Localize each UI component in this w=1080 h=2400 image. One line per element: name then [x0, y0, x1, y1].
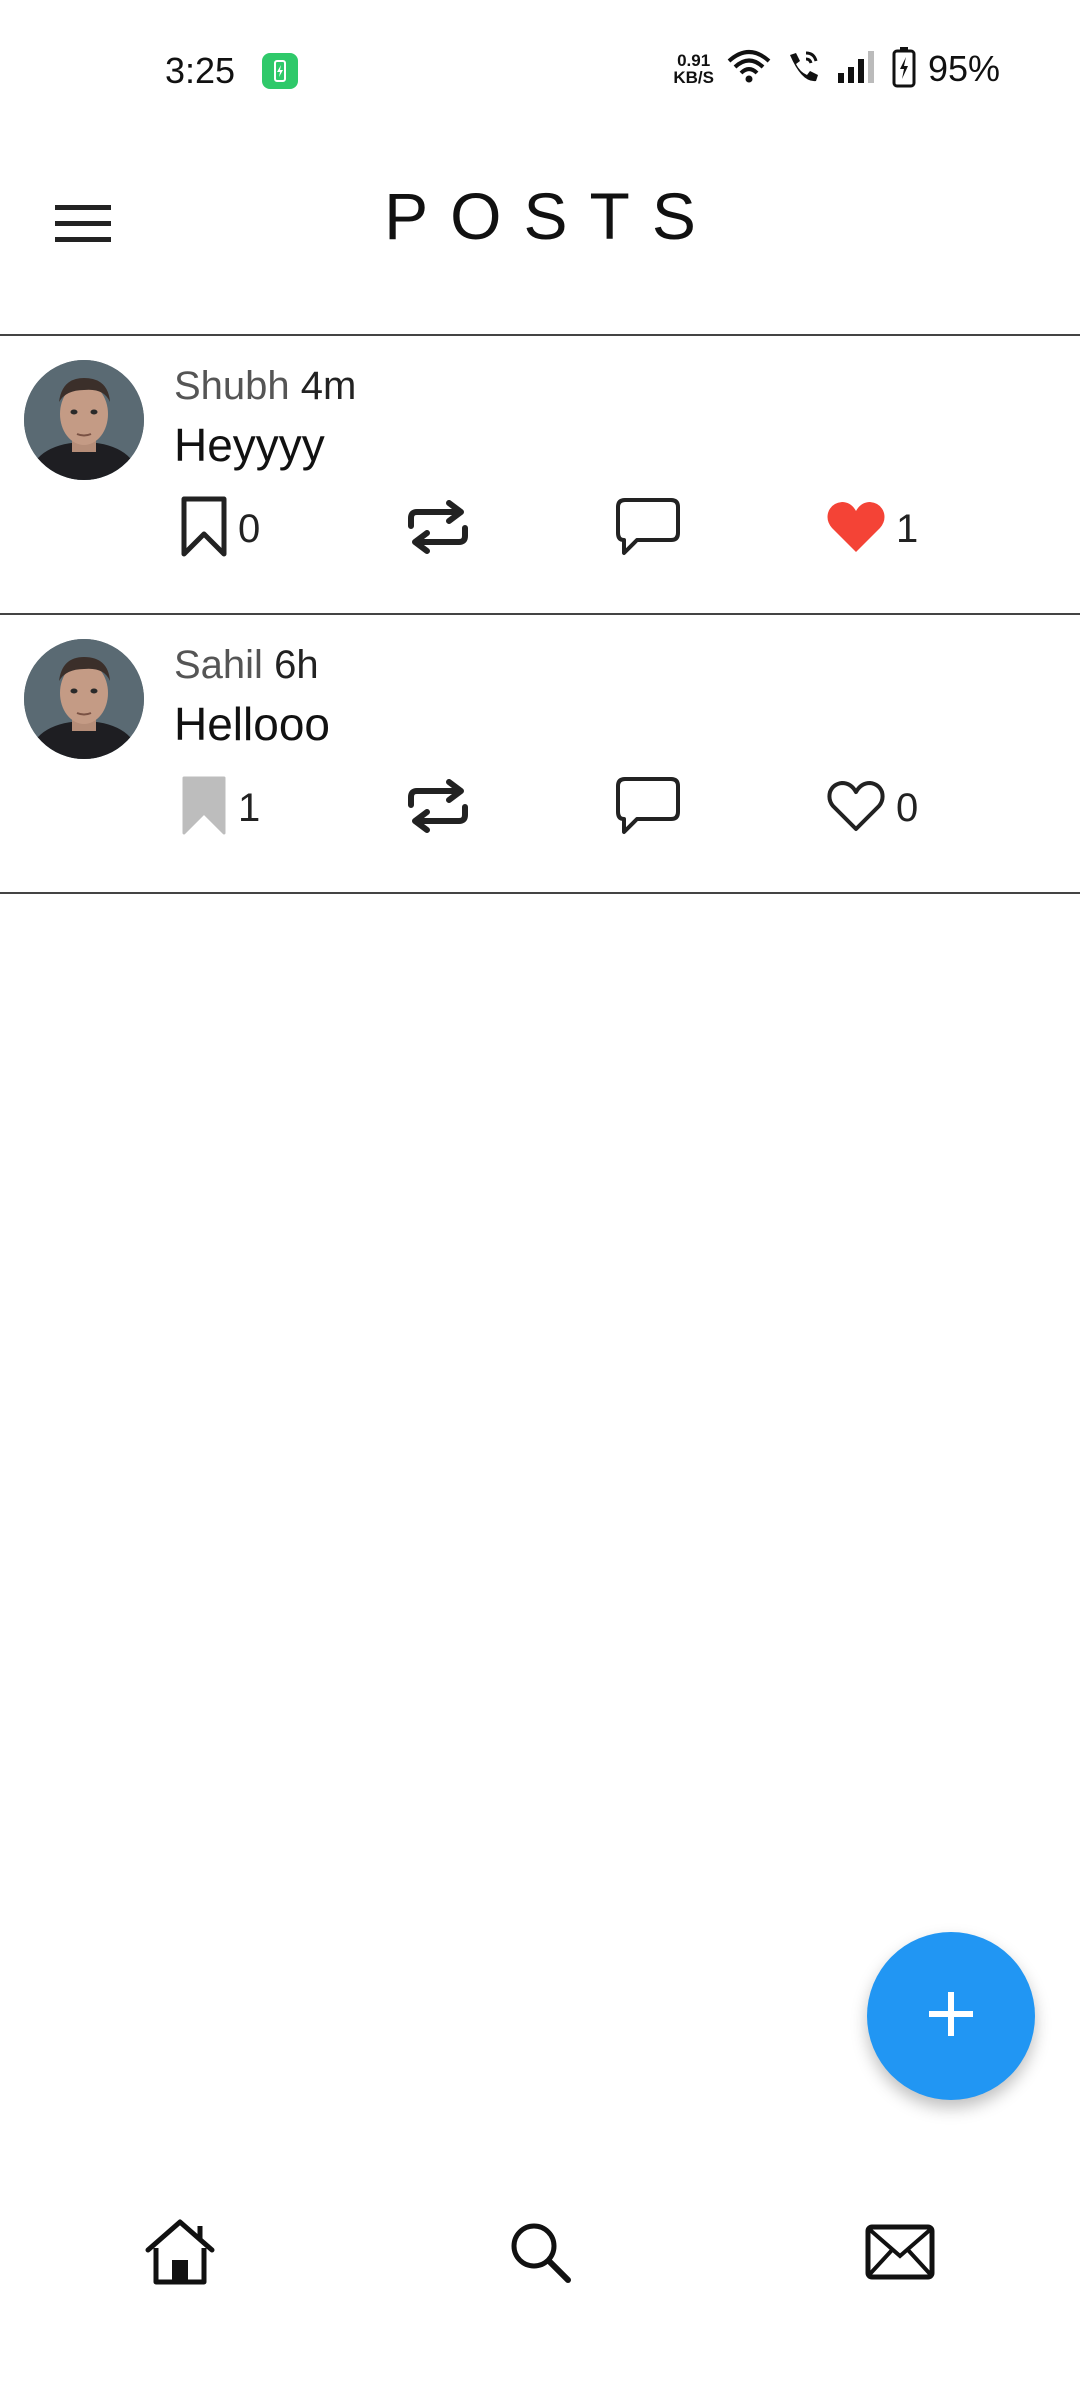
- bookmark-count: 1: [238, 785, 261, 830]
- like-count: 1: [896, 506, 919, 551]
- plus-icon: [927, 1990, 975, 2043]
- page-title: POSTS: [384, 179, 718, 253]
- nav-messages[interactable]: [860, 2214, 940, 2294]
- heart-outline-icon: [826, 779, 886, 838]
- signal-icon: [836, 49, 880, 90]
- bookmark-button[interactable]: 1: [180, 773, 260, 843]
- network-speed-value: 0.91: [677, 51, 711, 70]
- bookmark-button[interactable]: 0: [180, 494, 260, 564]
- repost-icon: [405, 499, 471, 559]
- post-meta: Shubh 4m: [174, 364, 356, 409]
- home-icon: [142, 2218, 218, 2291]
- network-speed: 0.91 KB/S: [673, 52, 714, 86]
- network-speed-unit: KB/S: [673, 68, 714, 87]
- wifi-call-icon: [784, 47, 824, 92]
- repost-button[interactable]: [405, 773, 471, 843]
- new-post-button[interactable]: [867, 1932, 1035, 2100]
- post-meta: Sahil 6h: [174, 643, 319, 688]
- like-button[interactable]: 1: [826, 494, 918, 564]
- post-item[interactable]: Sahil 6h Hellooo 1 0: [0, 615, 1080, 894]
- battery-icon: [892, 46, 916, 93]
- bookmark-icon: [180, 496, 228, 563]
- bookmark-count: 0: [238, 506, 261, 551]
- post-text: Hellooo: [174, 698, 330, 750]
- heart-icon: [826, 500, 886, 559]
- screen: 3:25 0.91 KB/S 95% POSTS Shubh 4m Heyyyy…: [0, 0, 1080, 2400]
- avatar[interactable]: [24, 639, 144, 759]
- wifi-icon: [726, 47, 772, 92]
- bottom-nav: [0, 2190, 1080, 2310]
- nav-home[interactable]: [140, 2214, 220, 2294]
- post-author[interactable]: Shubh: [174, 364, 290, 408]
- like-count: 0: [896, 785, 919, 830]
- comment-button[interactable]: [615, 773, 681, 843]
- post-author[interactable]: Sahil: [174, 643, 263, 687]
- avatar[interactable]: [24, 360, 144, 480]
- comment-icon: [615, 776, 681, 841]
- post-text: Heyyyy: [174, 419, 325, 471]
- post-time: 6h: [274, 643, 319, 687]
- mail-icon: [865, 2224, 935, 2285]
- comment-icon: [615, 497, 681, 562]
- bookmark-filled-icon: [180, 775, 228, 842]
- status-bar: 3:25 0.91 KB/S 95%: [0, 0, 1080, 140]
- search-icon: [508, 2220, 572, 2289]
- status-time: 3:25: [165, 50, 236, 91]
- repost-icon: [405, 778, 471, 838]
- post-actions: 1 0: [0, 773, 1080, 843]
- like-button[interactable]: 0: [826, 773, 918, 843]
- post-time: 4m: [300, 364, 357, 408]
- charging-app-icon: [262, 53, 298, 89]
- post-item[interactable]: Shubh 4m Heyyyy 0 1: [0, 336, 1080, 615]
- post-actions: 0 1: [0, 494, 1080, 564]
- status-icons: 0.91 KB/S 95%: [673, 44, 1000, 94]
- battery-percent: 95%: [927, 48, 1000, 89]
- comment-button[interactable]: [615, 494, 681, 564]
- repost-button[interactable]: [405, 494, 471, 564]
- app-header: POSTS: [0, 140, 1080, 336]
- nav-search[interactable]: [500, 2214, 580, 2294]
